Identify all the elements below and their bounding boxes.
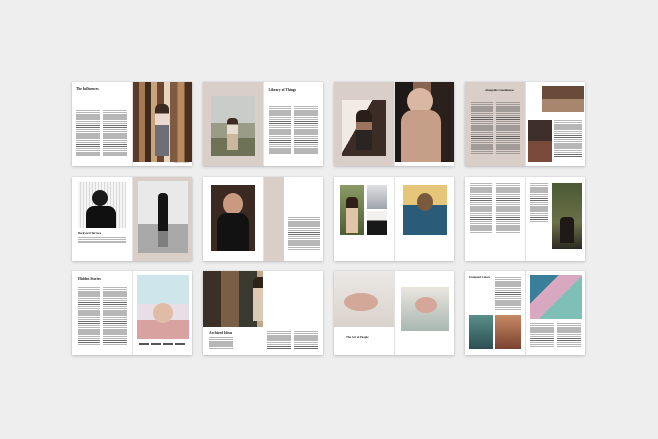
spread-1-title: The Influences [76,87,99,91]
spread-2-body-text-2 [293,106,318,154]
spread-5: Backyard Terrace [72,177,192,261]
spread-11-left-page: The Art of People [334,271,395,355]
spread-11: The Art of People [334,271,454,355]
spread-10-body-text-3 [294,331,318,349]
spread-3-window-photo [342,100,386,156]
spread-4: Alongside Greenhouse [465,82,585,166]
spread-9-stat-2 [150,343,161,345]
spread-10-body-text-2 [267,331,291,349]
spread-10-title: Archived Ideas [209,331,233,335]
spread-7-left-page [334,177,395,261]
spread-6-body-text [287,217,320,251]
spread-2-left-page [203,82,264,166]
spread-2-field-photo [211,96,255,156]
spread-9-right-page [132,271,192,355]
spread-3-right-page [394,82,454,166]
spread-9-body-text [78,287,100,345]
spread-6-right-page [263,177,323,261]
spread-12-body-text [495,277,521,311]
spread-12-teal-photo [469,315,493,349]
spread-1-folio-right: Magazine Template [173,162,189,164]
spread-1-library-photo [132,82,192,162]
spread-8-body-text [470,183,492,233]
spread-4-left-page: Alongside Greenhouse [465,82,526,166]
spread-12-painted-portrait-photo [529,275,582,319]
spread-5-corridor-photo [137,181,188,253]
spread-4-right-page [525,82,585,166]
spread-10-right-page [263,271,323,355]
spread-12-warm-photo [495,315,521,349]
spread-5-title: Backyard Terrace [78,231,102,235]
spread-4-body-text-2 [496,102,520,154]
spread-2-title: Library of Things [268,88,297,92]
spread-10-library-photo [203,271,263,327]
spread-2-body-text [268,106,291,154]
spread-4-body-text [471,102,493,154]
spread-1: The Influences Magazine Template [72,82,192,166]
spread-3-portrait-photo [394,82,454,162]
spread-12: Untamed Colors [465,271,585,355]
spread-7-garden-photo [340,185,364,235]
spread-9-blossom-photo [136,275,189,339]
spread-1-body-text-2 [103,110,127,156]
spread-8-body-text-3 [529,183,548,223]
spread-3-left-page [334,82,395,166]
spread-6-beige-block [263,177,284,261]
spread-9-left-page: Hidden Stories [72,271,133,355]
spread-12-left-page: Untamed Colors [465,271,526,355]
spread-5-right-page [132,177,192,261]
spread-7 [334,177,454,261]
spread-7-right-page [394,177,454,261]
spread-4-room-photo [527,120,552,162]
spread-4-body-text-3 [553,120,582,158]
spread-1-right-page: Magazine Template [132,82,192,166]
spread-2: Library of Things [203,82,323,166]
spread-10-body-text [209,337,233,349]
spread-3 [334,82,454,166]
spread-8 [465,177,585,261]
spread-9-stat-4 [174,343,185,345]
spread-12-body-text-2 [529,323,554,347]
spread-9-title: Hidden Stories [78,277,101,281]
spread-11-right-page [394,271,454,355]
spread-9-stat-3 [162,343,173,345]
spread-12-title: Untamed Colors [469,275,491,279]
spread-12-body-text-3 [556,323,581,347]
spread-8-left-page [465,177,526,261]
spread-10: Archived Ideas [203,271,323,355]
spread-10-left-page: Archived Ideas [203,271,263,355]
spread-11-title: The Art of People [346,335,369,339]
spread-8-right-page [525,177,585,261]
spread-9-stat-1 [138,343,149,345]
spread-4-interior-photo [541,86,584,112]
spread-6 [203,177,323,261]
spread-12-right-page [525,271,585,355]
spread-6-portrait-photo [211,185,255,251]
spread-11-lying-portrait-photo [334,271,394,327]
spread-2-right-page: Library of Things [263,82,323,166]
spread-9: Hidden Stories [72,271,192,355]
spread-7-chair-photo [402,185,447,235]
spread-11-water-photo [400,287,449,331]
spread-8-forest-photo [551,183,582,249]
spread-7-portrait-small-photo [367,185,387,209]
spread-7-portrait-bw-photo [367,211,387,235]
spread-1-body-text [76,110,100,156]
spread-9-body-text-2 [103,287,127,345]
spread-6-left-page [203,177,264,261]
spread-4-title: Alongside Greenhouse [485,88,514,92]
spread-8-body-text-2 [496,183,520,233]
spread-5-left-page: Backyard Terrace [72,177,133,261]
spread-5-portrait-photo [78,182,126,228]
spread-5-body-text [78,237,126,243]
spread-1-left-page: The Influences [72,82,133,166]
